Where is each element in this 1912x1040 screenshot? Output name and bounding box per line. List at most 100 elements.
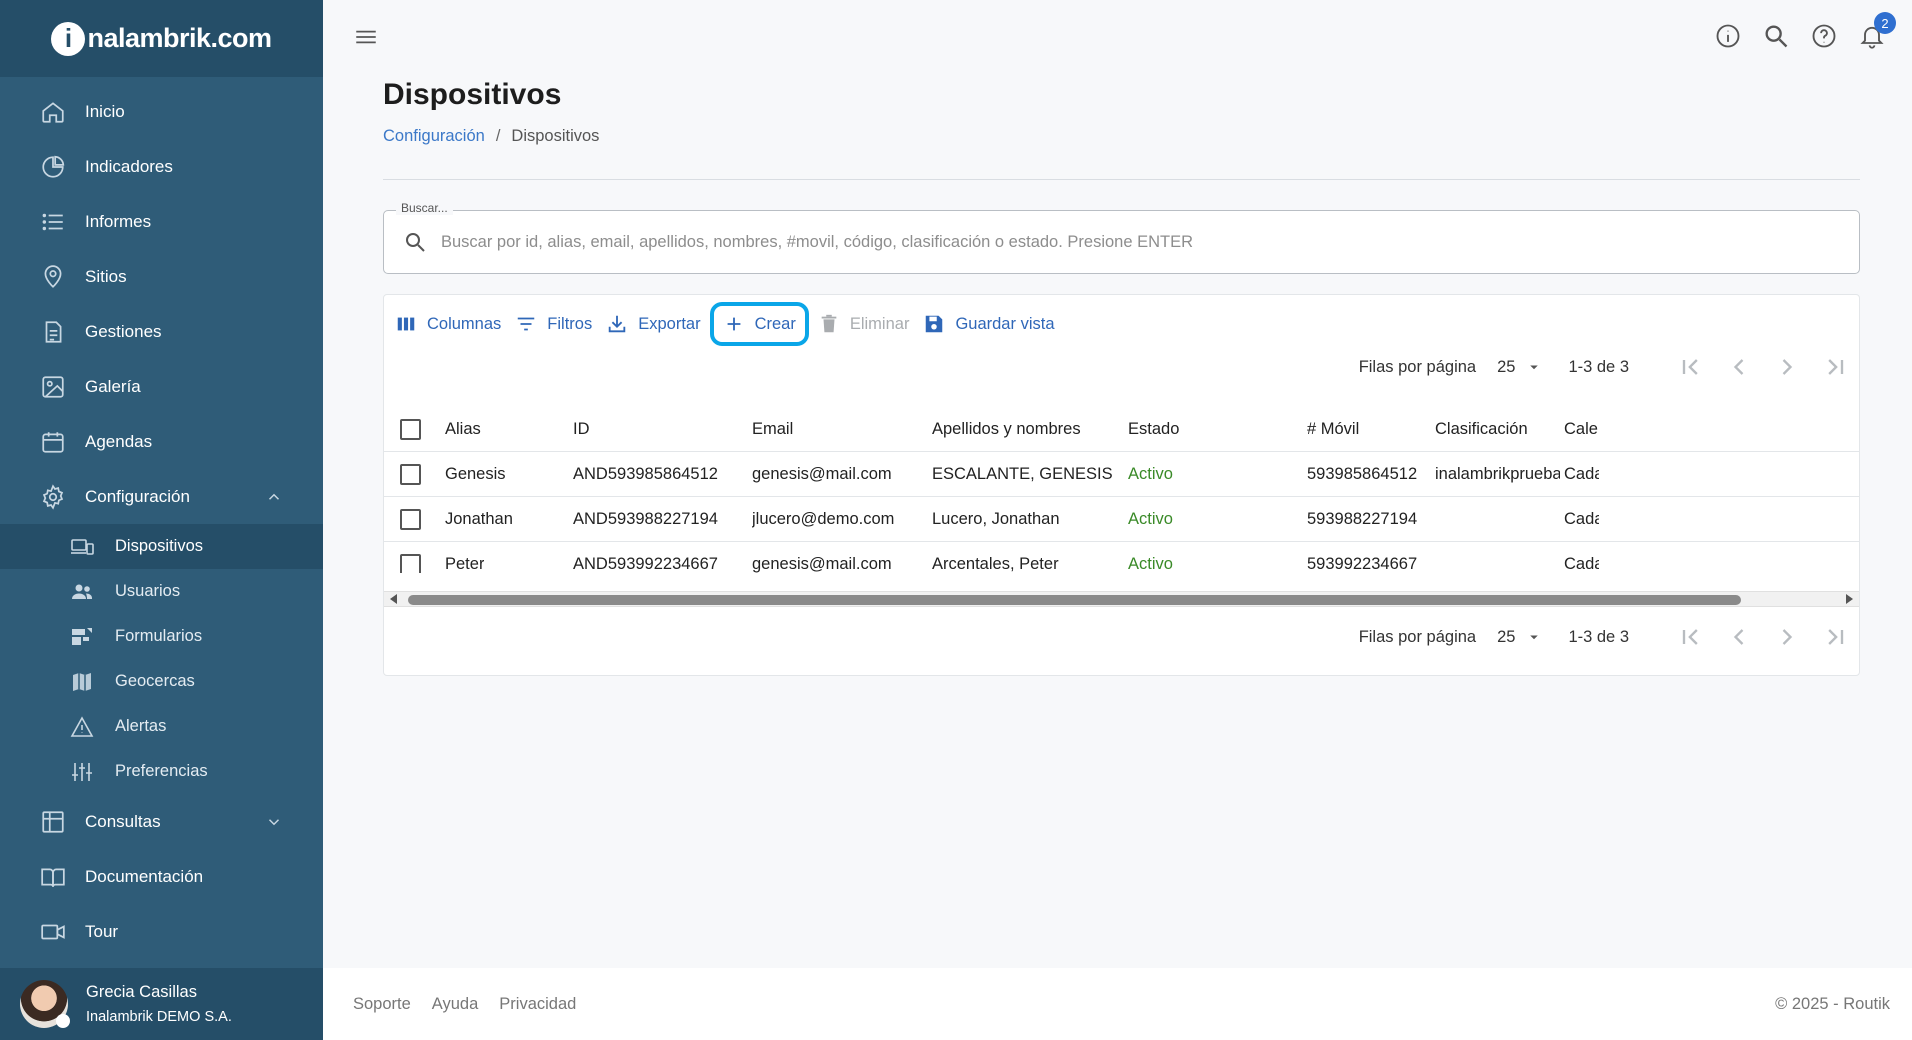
cell-movil: 593988227194 [1307, 509, 1418, 528]
column-header-calendario[interactable]: Calendario [1564, 407, 1599, 451]
select-all-checkbox[interactable] [400, 418, 421, 440]
sidebar-subitem-alertas[interactable]: Alertas [0, 704, 323, 749]
help-icon[interactable] [1810, 22, 1838, 50]
footer-link-ayuda[interactable]: Ayuda [432, 995, 479, 1014]
download-icon [608, 315, 626, 333]
scrollbar-thumb[interactable] [408, 595, 1741, 605]
row-checkbox[interactable] [400, 553, 421, 573]
sidebar-subitem-formularios[interactable]: Formularios [0, 614, 323, 659]
sidebar-item-inicio[interactable]: Inicio [0, 84, 323, 139]
breadcrumb-link-configuracion[interactable]: Configuración [383, 127, 485, 146]
next-page-icon[interactable] [1773, 623, 1801, 651]
logo-bar: i nalambrik.com [0, 0, 323, 77]
sidebar-item-configuracion[interactable]: Configuración [0, 469, 323, 524]
sidebar-nav: Inicio Indicadores Informes Sitios Gesti… [0, 77, 323, 959]
last-page-icon[interactable] [1821, 623, 1849, 651]
footer-link-soporte[interactable]: Soporte [353, 995, 411, 1014]
save-view-button[interactable]: Guardar vista [918, 305, 1059, 343]
scroll-right-arrow[interactable] [1846, 594, 1853, 604]
sidebar-item-agendas[interactable]: Agendas [0, 414, 323, 469]
rows-per-page-label: Filas por página [1358, 357, 1477, 376]
column-header-id[interactable]: ID [573, 407, 590, 451]
notifications-button[interactable]: 2 [1858, 12, 1896, 50]
sidebar-item-gestiones[interactable]: Gestiones [0, 304, 323, 359]
row-checkbox[interactable] [400, 463, 421, 485]
first-page-icon[interactable] [1677, 353, 1705, 381]
search-input[interactable] [441, 232, 1841, 252]
logo-text: nalambrik.com [87, 23, 272, 53]
footer-link-privacidad[interactable]: Privacidad [499, 995, 576, 1014]
user-panel[interactable]: Grecia Casillas Inalambrik DEMO S.A. [0, 968, 323, 1040]
horizontal-scrollbar[interactable] [384, 591, 1859, 607]
table-row[interactable]: Genesis AND593985864512 genesis@mail.com… [384, 452, 1859, 497]
pagination-top: Filas por página 25 1-3 de 3 [1359, 353, 1849, 381]
table-row[interactable]: Peter AND593992234667 genesis@mail.com A… [384, 542, 1859, 573]
cell-calendario: Cada [1564, 464, 1599, 483]
info-icon[interactable] [1714, 22, 1742, 50]
sidebar-subitem-dispositivos[interactable]: Dispositivos [0, 524, 323, 569]
row-select-cell [400, 452, 421, 496]
cell-id: AND593985864512 [573, 464, 718, 483]
column-header-movil[interactable]: # Móvil [1307, 407, 1359, 451]
sidebar: i nalambrik.com Inicio Indicadores Infor… [0, 0, 323, 1040]
status-dot [56, 1014, 70, 1028]
sidebar-item-label: Informes [85, 211, 152, 231]
user-organization: Inalambrik DEMO S.A. [86, 1009, 232, 1025]
sidebar-subitem-geocercas[interactable]: Geocercas [0, 659, 323, 704]
sidebar-subitem-usuarios[interactable]: Usuarios [0, 569, 323, 614]
sidebar-item-consultas[interactable]: Consultas [0, 794, 323, 849]
filters-button[interactable]: Filtros [510, 305, 597, 343]
column-header-clasificacion[interactable]: Clasificación [1435, 407, 1528, 451]
forms-icon [72, 627, 92, 645]
cell-clasificacion: inalambrikprueba [1435, 464, 1560, 483]
menu-icon[interactable] [353, 24, 379, 50]
table-row[interactable]: Jonathan AND593988227194 jlucero@demo.co… [384, 497, 1859, 542]
scroll-left-arrow[interactable] [390, 594, 397, 604]
sidebar-item-label: Documentación [85, 866, 204, 886]
rows-per-page-select[interactable]: 25 [1497, 628, 1543, 647]
previous-page-icon[interactable] [1725, 353, 1753, 381]
table-header-row: Alias ID Email Apellidos y nombres Estad… [384, 407, 1859, 452]
rows-per-page-value: 25 [1497, 627, 1516, 646]
column-header-estado[interactable]: Estado [1128, 407, 1179, 451]
cell-id: AND593992234667 [573, 554, 718, 573]
next-page-icon[interactable] [1773, 353, 1801, 381]
cell-apellidos-nombres: Lucero, Jonathan [932, 509, 1060, 528]
footer-links: Soporte Ayuda Privacidad [353, 995, 597, 1014]
search-field[interactable]: Buscar... [383, 201, 1860, 274]
image-icon [42, 375, 64, 398]
sidebar-subitem-preferencias[interactable]: Preferencias [0, 749, 323, 794]
export-button[interactable]: Exportar [601, 305, 705, 343]
column-header-alias[interactable]: Alias [445, 407, 481, 451]
search-icon[interactable] [1762, 22, 1790, 50]
delete-button[interactable]: Eliminar [813, 305, 915, 343]
last-page-icon[interactable] [1821, 353, 1849, 381]
sidebar-item-indicadores[interactable]: Indicadores [0, 139, 323, 194]
footer: Soporte Ayuda Privacidad © 2025 - Routik [323, 968, 1912, 1040]
main-content: 2 Dispositivos Configuración / Dispositi… [323, 0, 1912, 1040]
plus-icon [727, 317, 740, 331]
sidebar-item-informes[interactable]: Informes [0, 194, 323, 249]
table-icon [42, 810, 64, 833]
sidebar-subitem-label: Dispositivos [115, 537, 204, 555]
columns-button[interactable]: Columnas [390, 305, 506, 343]
sidebar-item-tour[interactable]: Tour [0, 904, 323, 959]
sidebar-item-sitios[interactable]: Sitios [0, 249, 323, 304]
chevron-up-icon[interactable] [265, 488, 283, 506]
column-header-apellidos-nombres[interactable]: Apellidos y nombres [932, 407, 1081, 451]
create-button[interactable]: Crear [709, 302, 809, 346]
previous-page-icon[interactable] [1725, 623, 1753, 651]
rows-per-page-select[interactable]: 25 [1497, 358, 1543, 377]
row-checkbox[interactable] [400, 508, 421, 530]
grid-toolbar: Columnas Filtros Exportar Crear Eliminar… [390, 302, 1064, 346]
column-header-email[interactable]: Email [752, 407, 793, 451]
first-page-icon[interactable] [1677, 623, 1705, 651]
sidebar-item-galeria[interactable]: Galería [0, 359, 323, 414]
brand-logo[interactable]: i nalambrik.com [51, 21, 272, 56]
caret-down-icon [1530, 635, 1539, 640]
logo-mark: i [51, 21, 86, 56]
sidebar-item-documentacion[interactable]: Documentación [0, 849, 323, 904]
chevron-down-icon[interactable] [265, 813, 283, 831]
caret-down-icon [1530, 365, 1539, 370]
breadcrumb-current: Dispositivos [511, 127, 600, 145]
